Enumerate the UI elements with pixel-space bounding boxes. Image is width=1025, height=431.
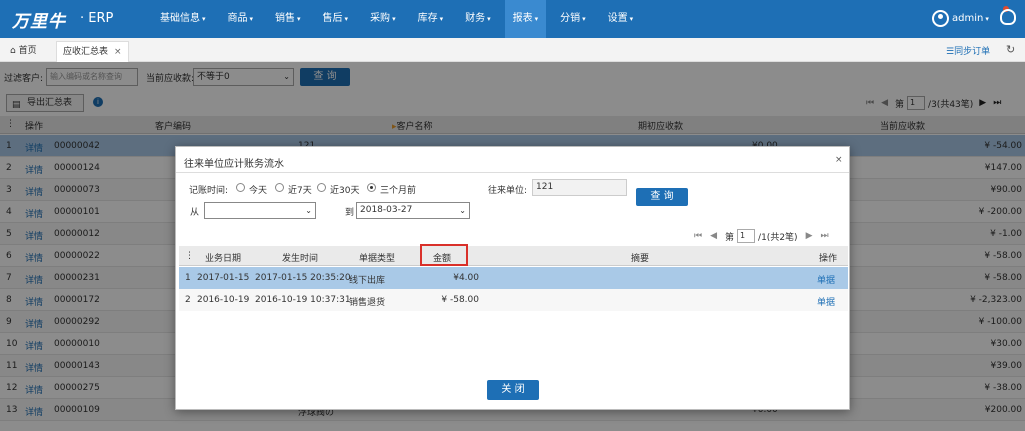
unit-input[interactable]: 121 [532, 179, 627, 196]
nav-reports[interactable]: 报表 ▾ [504, 0, 547, 38]
nav-purchase[interactable]: 采购 ▾ [362, 0, 404, 38]
radio-7-days[interactable] [275, 183, 284, 192]
dialog-query-button[interactable]: 查 询 [636, 188, 688, 206]
user-name: admin [952, 13, 984, 24]
nav-after-sales[interactable]: 售后 ▾ [315, 0, 357, 38]
tab-receivable-summary[interactable]: 应收汇总表 × [56, 41, 129, 62]
nav-products[interactable]: 商品 ▾ [220, 0, 262, 38]
tab-close-icon[interactable]: × [114, 47, 122, 57]
top-navbar: 万里牛 · ERP 基础信息 ▾ 商品 ▾ 销售 ▾ 售后 ▾ 采购 ▾ 库存 ▾ 财务 ▾ … [0, 0, 1025, 38]
user-avatar-icon [932, 10, 949, 27]
dialog-close-button[interactable]: 关 闭 [487, 380, 539, 400]
unit-label: 往来单位: [488, 186, 528, 196]
dialog-table-row[interactable]: 1 2017-01-15 2017-01-15 20:35:20 线下出库 ¥4… [179, 267, 848, 289]
radio-today[interactable] [236, 183, 245, 192]
dialog-pager: ⏮ ◀ 第 1 /1(共2笔) ▶ ⏭ [694, 229, 829, 243]
dialog-next-page-icon[interactable]: ▶ [806, 231, 813, 241]
nav-inventory[interactable]: 库存 ▾ [410, 0, 452, 38]
dialog-last-page-icon[interactable]: ⏭ [820, 231, 828, 241]
dialog-header: 往来单位应计账务流水 × [176, 147, 849, 173]
modal-backdrop-top [0, 62, 1025, 134]
nav-distribution[interactable]: 分销 ▾ [552, 0, 594, 38]
dialog-table-header: ⋮ 业务日期 发生时间 单据类型 金额 摘要 操作 [179, 246, 848, 266]
dialog-close-icon[interactable]: × [835, 155, 843, 165]
main-menu: 基础信息 ▾ 商品 ▾ 销售 ▾ 售后 ▾ 采购 ▾ 库存 ▾ 财务 ▾ 报表 ▾ 分销 ▾ 设置… [152, 0, 647, 38]
home-icon: ⌂ [10, 46, 16, 56]
amount-column-highlight [420, 244, 468, 266]
dialog-page-input[interactable]: 1 [737, 229, 756, 243]
brand-logo[interactable]: 万里牛 [12, 7, 66, 32]
time-range-label: 记账时间: [189, 186, 229, 196]
to-label: 到 [345, 208, 355, 218]
dialog-first-page-icon[interactable]: ⏮ [694, 231, 702, 241]
radio-three-months[interactable] [367, 183, 376, 192]
from-date-select[interactable]: ⌄ [204, 202, 316, 219]
page-tabbar: ⌂ 首页 应收汇总表 × ☰同步订单 ↻ [0, 38, 1025, 62]
dialog-table-row[interactable]: 2 2016-10-19 2016-10-19 10:37:31 销售退货 ¥ … [179, 289, 848, 311]
tab-home[interactable]: ⌂ 首页 [4, 41, 43, 62]
nav-settings[interactable]: 设置 ▾ [600, 0, 642, 38]
from-label: 从 [190, 208, 200, 218]
ledger-flow-dialog: 往来单位应计账务流水 × 记账时间: 今天 近7天 近30天 三个月前 往来单位… [175, 146, 850, 410]
to-date-select[interactable]: 2018-03-27 ⌄ [356, 202, 470, 219]
nav-finance[interactable]: 财务 ▾ [457, 0, 499, 38]
dialog-title: 往来单位应计账务流水 [184, 159, 284, 170]
dialog-column-menu-icon[interactable]: ⋮ [185, 251, 194, 261]
dialog-prev-page-icon[interactable]: ◀ [710, 231, 717, 241]
support-headset-icon[interactable] [1000, 9, 1016, 25]
nav-basic-info[interactable]: 基础信息 ▾ [152, 0, 214, 38]
user-menu[interactable]: admin ▾ [932, 10, 989, 27]
sync-orders-button[interactable]: ☰同步订单 [946, 44, 990, 57]
radio-30-days[interactable] [317, 183, 326, 192]
nav-sales[interactable]: 销售 ▾ [267, 0, 309, 38]
refresh-icon[interactable]: ↻ [1006, 43, 1015, 56]
brand-product: · ERP [80, 11, 114, 26]
